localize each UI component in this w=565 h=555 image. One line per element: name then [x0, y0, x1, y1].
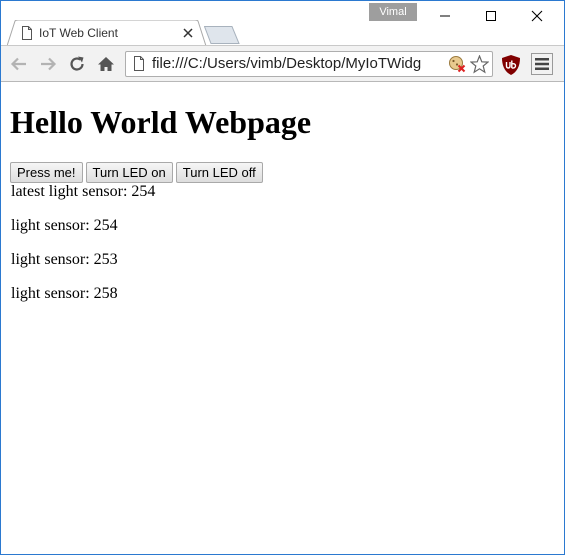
browser-window: Vimal IoT Web Client file:///C:/Users/vi…	[0, 0, 565, 555]
turn-led-on-button[interactable]: Turn LED on	[85, 162, 173, 183]
page-title: Hello World Webpage	[10, 104, 312, 140]
tab-iot-web-client[interactable]: IoT Web Client	[7, 20, 207, 46]
tab-title: IoT Web Client	[39, 26, 118, 40]
url-text[interactable]: file:///C:/Users/vimb/Desktop/MyIoTWidg	[152, 55, 447, 72]
home-button[interactable]	[95, 53, 117, 75]
minimize-button[interactable]	[422, 1, 468, 31]
arrow-right-icon	[41, 57, 57, 71]
button-row: Press me! Turn LED on Turn LED off	[10, 162, 266, 183]
hamburger-menu-icon	[535, 58, 549, 70]
latest-light-sensor-text: latest light sensor: 254	[11, 183, 156, 200]
home-icon	[98, 57, 114, 71]
close-window-button[interactable]	[514, 1, 560, 31]
light-sensor-reading: light sensor: 253	[11, 251, 118, 268]
page-content: Hello World Webpage Press me! Turn LED o…	[1, 82, 564, 554]
maximize-icon	[486, 11, 496, 21]
light-sensor-reading: light sensor: 254	[11, 217, 118, 234]
press-me-button[interactable]: Press me!	[10, 162, 83, 183]
chrome-menu-button[interactable]	[531, 53, 553, 75]
new-tab-button[interactable]	[204, 26, 240, 44]
page-icon	[22, 26, 32, 40]
arrow-left-icon	[10, 57, 26, 71]
turn-led-off-button[interactable]: Turn LED off	[175, 162, 263, 183]
reload-icon	[70, 56, 84, 71]
profile-badge[interactable]: Vimal	[369, 3, 417, 21]
forward-button[interactable]	[37, 53, 59, 75]
ublock-shield-icon[interactable]	[501, 54, 521, 76]
address-bar[interactable]: file:///C:/Users/vimb/Desktop/MyIoTWidg	[125, 51, 493, 77]
page-icon	[134, 56, 144, 71]
tab-close-icon[interactable]	[182, 27, 194, 39]
maximize-button[interactable]	[468, 1, 514, 31]
light-sensor-reading: light sensor: 258	[11, 285, 118, 302]
close-icon	[531, 10, 543, 22]
browser-toolbar: file:///C:/Users/vimb/Desktop/MyIoTWidg	[1, 45, 564, 82]
reload-button[interactable]	[66, 53, 88, 75]
title-bar: Vimal IoT Web Client	[1, 1, 564, 46]
minimize-icon	[440, 15, 450, 17]
bookmark-star-icon[interactable]	[470, 55, 489, 74]
blocked-cookies-icon[interactable]	[448, 55, 466, 73]
back-button[interactable]	[8, 53, 30, 75]
